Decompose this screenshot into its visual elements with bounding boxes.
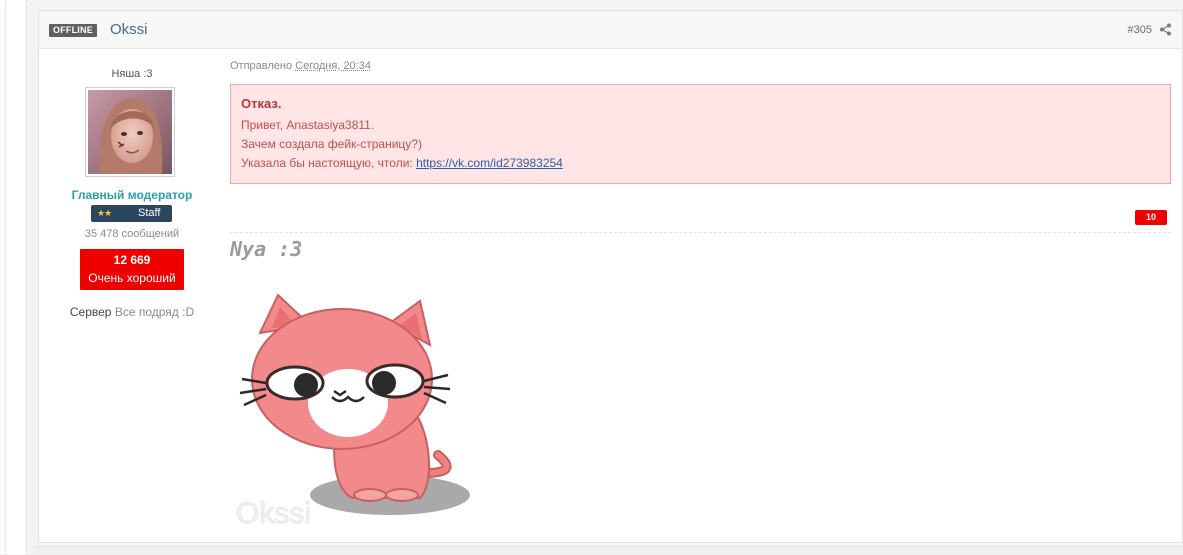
- forum-post: OFFLINE Okssi #305 Няша :3 Главный модер…: [38, 10, 1183, 543]
- reputation-box[interactable]: 12 669 Очень хороший: [80, 249, 184, 290]
- status-badge: OFFLINE: [49, 24, 97, 37]
- user-role: Главный модератор: [71, 188, 193, 202]
- message-count: 35 478 сообщений: [84, 228, 180, 240]
- server-value: Все подряд :D: [114, 305, 195, 319]
- server-label: Сервер: [69, 305, 112, 319]
- reaction-count-badge[interactable]: 10: [1135, 210, 1167, 225]
- left-rail-dots: [5, 0, 7, 554]
- moderation-line-3: Указала бы настоящую, чтоли: https://vk.…: [241, 154, 1160, 173]
- moderation-line-2: Зачем создала фейк-страницу?): [241, 137, 422, 151]
- moderation-line-1: Привет, Anastasiya3811.: [241, 118, 375, 132]
- moderation-notice: Отказ. Привет, Anastasiya3811. Зачем соз…: [230, 84, 1171, 184]
- staff-badge: ★★ Staff: [91, 205, 172, 222]
- profile-link[interactable]: https://vk.com/id273983254: [416, 156, 563, 170]
- share-icon[interactable]: [1159, 23, 1172, 36]
- star-icon: ★★: [97, 208, 112, 218]
- post-date-link[interactable]: Сегодня, 20:34: [295, 60, 371, 72]
- avatar-image: [88, 90, 172, 174]
- author-column: Няша :3 Главный модератор ★★ Staff 35 47…: [39, 49, 225, 543]
- user-title: Няша :3: [111, 68, 153, 80]
- post-meta: Отправлено Сегодня, 20:34: [230, 60, 371, 72]
- post-number-link[interactable]: #305: [1128, 24, 1152, 36]
- post-header: OFFLINE Okssi #305: [39, 11, 1182, 49]
- avatar[interactable]: [85, 87, 175, 177]
- server-info: Сервер Все подряд :D: [39, 305, 225, 319]
- reputation-value: 12 669: [113, 253, 151, 267]
- reputation-label: Очень хороший: [88, 271, 176, 285]
- moderation-line-3-text: Указала бы настоящую, чтоли:: [241, 156, 413, 170]
- author-name-link[interactable]: Okssi: [110, 21, 148, 38]
- signature-watermark: Okssi: [236, 497, 311, 529]
- signature-divider: [230, 232, 1171, 233]
- staff-label: Staff: [138, 207, 161, 219]
- post-meta-prefix: Отправлено: [230, 60, 293, 72]
- signature-title: Nya :3: [230, 237, 303, 261]
- signature-cat-image: Okssi: [230, 273, 486, 529]
- left-rail: [0, 0, 27, 554]
- moderation-title: Отказ.: [241, 96, 282, 111]
